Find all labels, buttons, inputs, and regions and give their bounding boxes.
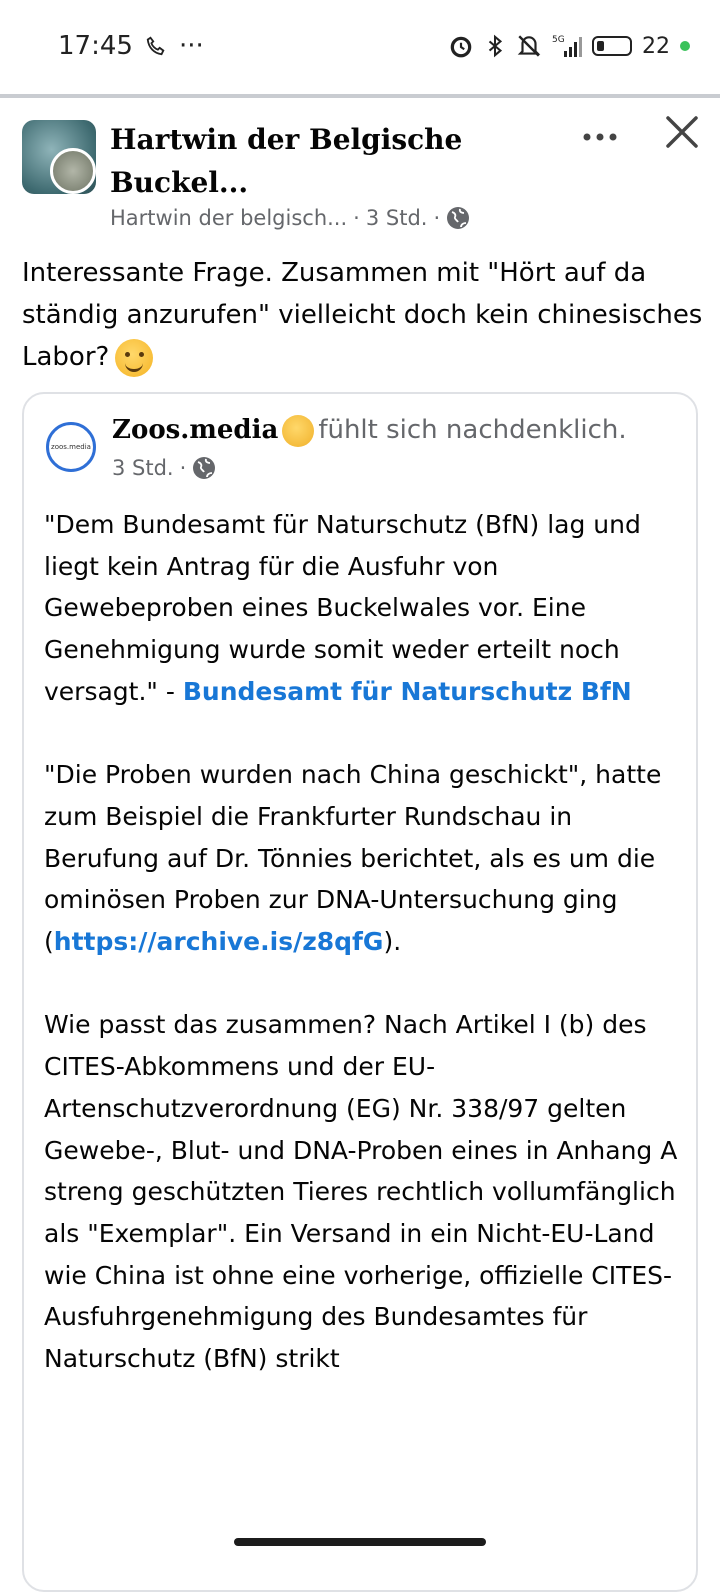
bfn-link[interactable]: Bundesamt für Naturschutz BfN <box>183 677 632 706</box>
shared-time[interactable]: 3 Std. <box>112 456 174 480</box>
shared-feeling: fühlt sich nachdenklich. <box>318 415 627 445</box>
thinking-emoji-icon <box>282 414 315 447</box>
post-meta: Hartwin der belgisch... · 3 Std. · <box>110 206 470 230</box>
post-author[interactable]: Hartwin der Belgische Buckel... <box>110 118 490 204</box>
paragraph-end: ). <box>383 927 402 957</box>
globe-icon <box>447 207 470 229</box>
status-bar: 17:45 ··· 5G 22 <box>0 0 720 92</box>
top-divider <box>0 94 720 98</box>
paragraph-text: Wie passt das zusammen? Nach Artikel I (… <box>44 1010 678 1374</box>
shared-author[interactable]: Zoos.media <box>112 415 278 445</box>
globe-icon <box>193 457 216 479</box>
more-options-icon <box>583 133 617 141</box>
gesture-navigation-bar[interactable] <box>234 1538 486 1546</box>
post-text: Interessante Frage. Zusammen mit "Hört a… <box>22 252 707 378</box>
shared-page-avatar[interactable]: zoos.media <box>46 422 96 472</box>
shared-paragraph-3: Wie passt das zusammen? Nach Artikel I (… <box>44 1004 684 1379</box>
mute-icon <box>516 33 542 59</box>
archive-link[interactable]: https://archive.is/z8qfG <box>54 927 384 956</box>
meta-separator: · <box>353 206 360 230</box>
status-right: 5G 22 <box>448 33 690 59</box>
wink-emoji-icon <box>115 338 154 377</box>
close-button[interactable] <box>664 114 708 158</box>
post-meta-name[interactable]: Hartwin der belgisch... <box>110 206 347 230</box>
battery-percent: 22 <box>642 33 670 59</box>
status-left: 17:45 ··· <box>58 31 204 61</box>
alarm-icon <box>448 33 474 59</box>
post-header: Hartwin der Belgische Buckel... Hartwin … <box>22 116 702 238</box>
more-options-button[interactable] <box>580 118 620 152</box>
meta-separator: · <box>179 456 187 480</box>
notification-dots: ··· <box>178 31 204 61</box>
charging-indicator-icon <box>680 41 690 51</box>
shared-avatar-logo: zoos.media <box>51 443 91 451</box>
meta-separator: · <box>433 206 441 230</box>
shared-post-body: "Dem Bundesamt für Naturschutz (BfN) lag… <box>44 504 684 1421</box>
profile-badge-avatar[interactable] <box>50 148 96 194</box>
call-icon <box>145 35 167 57</box>
network-label: 5G <box>552 35 565 45</box>
shared-meta: 3 Std. · <box>112 456 216 480</box>
bluetooth-icon <box>484 33 506 59</box>
clock: 17:45 <box>58 31 133 61</box>
shared-post-card[interactable]: zoos.media Zoos.media fühlt sich nachdenk… <box>22 392 698 1592</box>
shared-paragraph-1: "Dem Bundesamt für Naturschutz (BfN) lag… <box>44 504 684 713</box>
post-time[interactable]: 3 Std. <box>366 206 428 230</box>
close-icon <box>666 116 698 148</box>
battery-icon <box>592 36 632 56</box>
shared-paragraph-2: "Die Proben wurden nach China geschickt"… <box>44 754 684 963</box>
signal-icon: 5G <box>552 33 582 59</box>
shared-post-heading: Zoos.media fühlt sich nachdenklich. <box>112 410 672 450</box>
